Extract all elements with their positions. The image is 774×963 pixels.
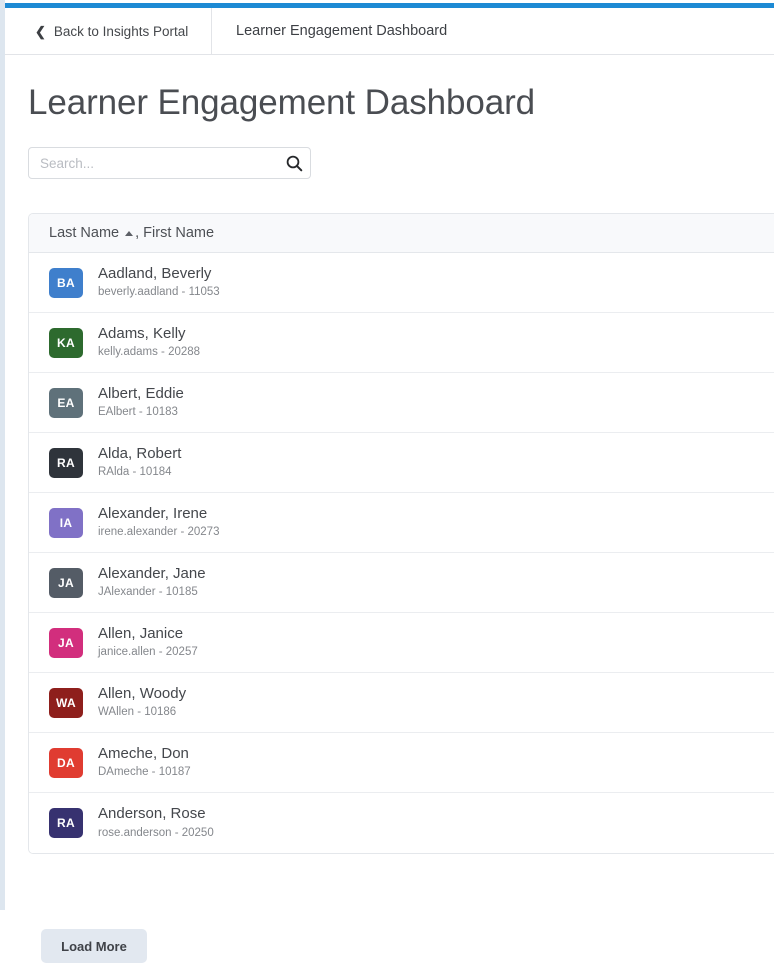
sort-ascending-caret-icon [125, 230, 134, 236]
list-item[interactable]: DA Ameche, Don DAmeche - 10187 [29, 733, 774, 793]
list-item-text: Allen, Janice janice.allen - 20257 [98, 625, 198, 661]
list-item-text: Allen, Woody WAllen - 10186 [98, 685, 186, 721]
list-item-username-id: rose.anderson - 20250 [98, 826, 214, 839]
list-item[interactable]: IA Alexander, Irene irene.alexander - 2027… [29, 493, 774, 553]
list-item-name: Allen, Janice [98, 624, 184, 642]
list-item[interactable]: WA Allen, Woody WAllen - 10186 [29, 673, 774, 733]
list-item-text: Ameche, Don DAmeche - 10187 [98, 745, 191, 781]
list-item-username-id: JAlexander - 10185 [98, 586, 198, 599]
list-item-username-id: irene.alexander - 20273 [98, 526, 220, 539]
navbar-title: Learner Engagement Dashboard [236, 23, 448, 39]
list-item-username-id: janice.allen - 20257 [98, 646, 198, 659]
list-item[interactable]: EA Albert, Eddie EAlbert - 10183 [29, 373, 774, 433]
list-item[interactable]: JA Alexander, Jane JAlexander - 10185 [29, 553, 774, 613]
list-item[interactable]: JA Allen, Janice janice.allen - 20257 [29, 613, 774, 673]
list-item-name: Albert, Eddie [98, 384, 184, 402]
list-item[interactable]: RA Anderson, Rose rose.anderson - 20250 [29, 793, 774, 853]
list-item-text: Alexander, Jane JAlexander - 10185 [98, 565, 206, 601]
list-item-text: Anderson, Rose rose.anderson - 20250 [98, 805, 214, 841]
column-header-first-name: , First Name [135, 225, 215, 241]
list-item-text: Alexander, Irene irene.alexander - 20273 [98, 505, 219, 541]
list-item-text: Albert, Eddie EAlbert - 10183 [98, 385, 184, 421]
list-item-name: Ameche, Don [98, 744, 189, 762]
avatar: DA [49, 747, 83, 778]
learner-list-card: Last Name , First Name BA Aadland, Beverl… [28, 213, 774, 854]
avatar: EA [49, 387, 83, 418]
back-link-label: Back to Insights Portal [53, 23, 189, 39]
list-item-name: Anderson, Rose [98, 805, 206, 823]
list-item-username-id: kelly.adams - 20288 [98, 346, 201, 359]
back-to-insights-portal-link[interactable]: ❮ Back to Insights Portal [5, 8, 212, 54]
chevron-left-icon: ❮ [35, 23, 46, 39]
list-item[interactable]: KA Adams, Kelly kelly.adams - 20288 [29, 313, 774, 373]
list-column-header-sortable[interactable]: Last Name , First Name [29, 214, 774, 253]
avatar: KA [49, 327, 83, 358]
list-item-username-id: beverly.aadland - 11053 [98, 286, 220, 299]
search-input[interactable] [28, 147, 311, 179]
learner-list: BA Aadland, Beverly beverly.aadland - 1105… [29, 253, 774, 853]
column-header-last-name: Last Name [49, 225, 120, 241]
avatar: WA [49, 687, 83, 718]
list-item-text: Alda, Robert RAlda - 10184 [98, 445, 181, 481]
page-title: Learner Engagement Dashboard [28, 83, 535, 122]
list-item-name: Alexander, Irene [98, 504, 208, 522]
list-item-name: Allen, Woody [98, 684, 187, 702]
avatar: IA [49, 507, 83, 538]
list-item-text: Adams, Kelly kelly.adams - 20288 [98, 325, 200, 361]
list-item-username-id: EAlbert - 10183 [98, 406, 178, 419]
avatar: JA [49, 627, 83, 658]
list-item-username-id: RAlda - 10184 [98, 466, 172, 479]
list-item[interactable]: BA Aadland, Beverly beverly.aadland - 1105… [29, 253, 774, 313]
load-more-button[interactable]: Load More [41, 929, 147, 963]
list-item-name: Alda, Robert [98, 444, 182, 462]
list-item-text: Aadland, Beverly beverly.aadland - 11053 [98, 265, 220, 301]
top-navigation-bar: ❮ Back to Insights Portal Learner Engage… [5, 8, 774, 55]
list-item[interactable]: RA Alda, Robert RAlda - 10184 [29, 433, 774, 493]
list-item-name: Aadland, Beverly [98, 264, 212, 282]
list-item-name: Adams, Kelly [98, 324, 186, 342]
list-item-username-id: WAllen - 10186 [98, 706, 177, 719]
search-button[interactable] [279, 148, 310, 178]
search-container [28, 147, 311, 179]
avatar: BA [49, 267, 83, 298]
avatar: JA [49, 567, 83, 598]
search-icon [286, 155, 303, 171]
list-item-name: Alexander, Jane [98, 564, 206, 582]
main-content: Learner Engagement Dashboard Last Name ,… [5, 55, 774, 963]
avatar: RA [49, 447, 83, 478]
avatar: RA [49, 808, 83, 838]
list-item-username-id: DAmeche - 10187 [98, 766, 191, 779]
